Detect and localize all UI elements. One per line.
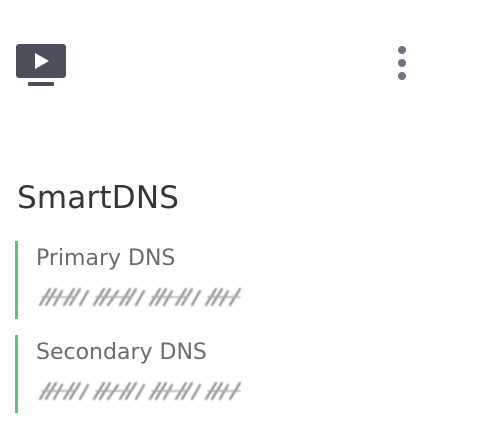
secondary-dns-label: Secondary DNS bbox=[36, 340, 207, 365]
tv-play-icon[interactable] bbox=[16, 44, 66, 90]
primary-dns-entry: Primary DNS bbox=[15, 241, 275, 319]
more-options-button[interactable] bbox=[385, 40, 419, 86]
secondary-dns-entry: Secondary DNS bbox=[15, 335, 275, 413]
primary-dns-value-obscured bbox=[36, 285, 246, 309]
section-title: SmartDNS bbox=[17, 180, 180, 216]
more-vertical-icon bbox=[398, 46, 406, 80]
primary-dns-label: Primary DNS bbox=[36, 246, 176, 271]
secondary-dns-value-obscured bbox=[36, 379, 246, 403]
